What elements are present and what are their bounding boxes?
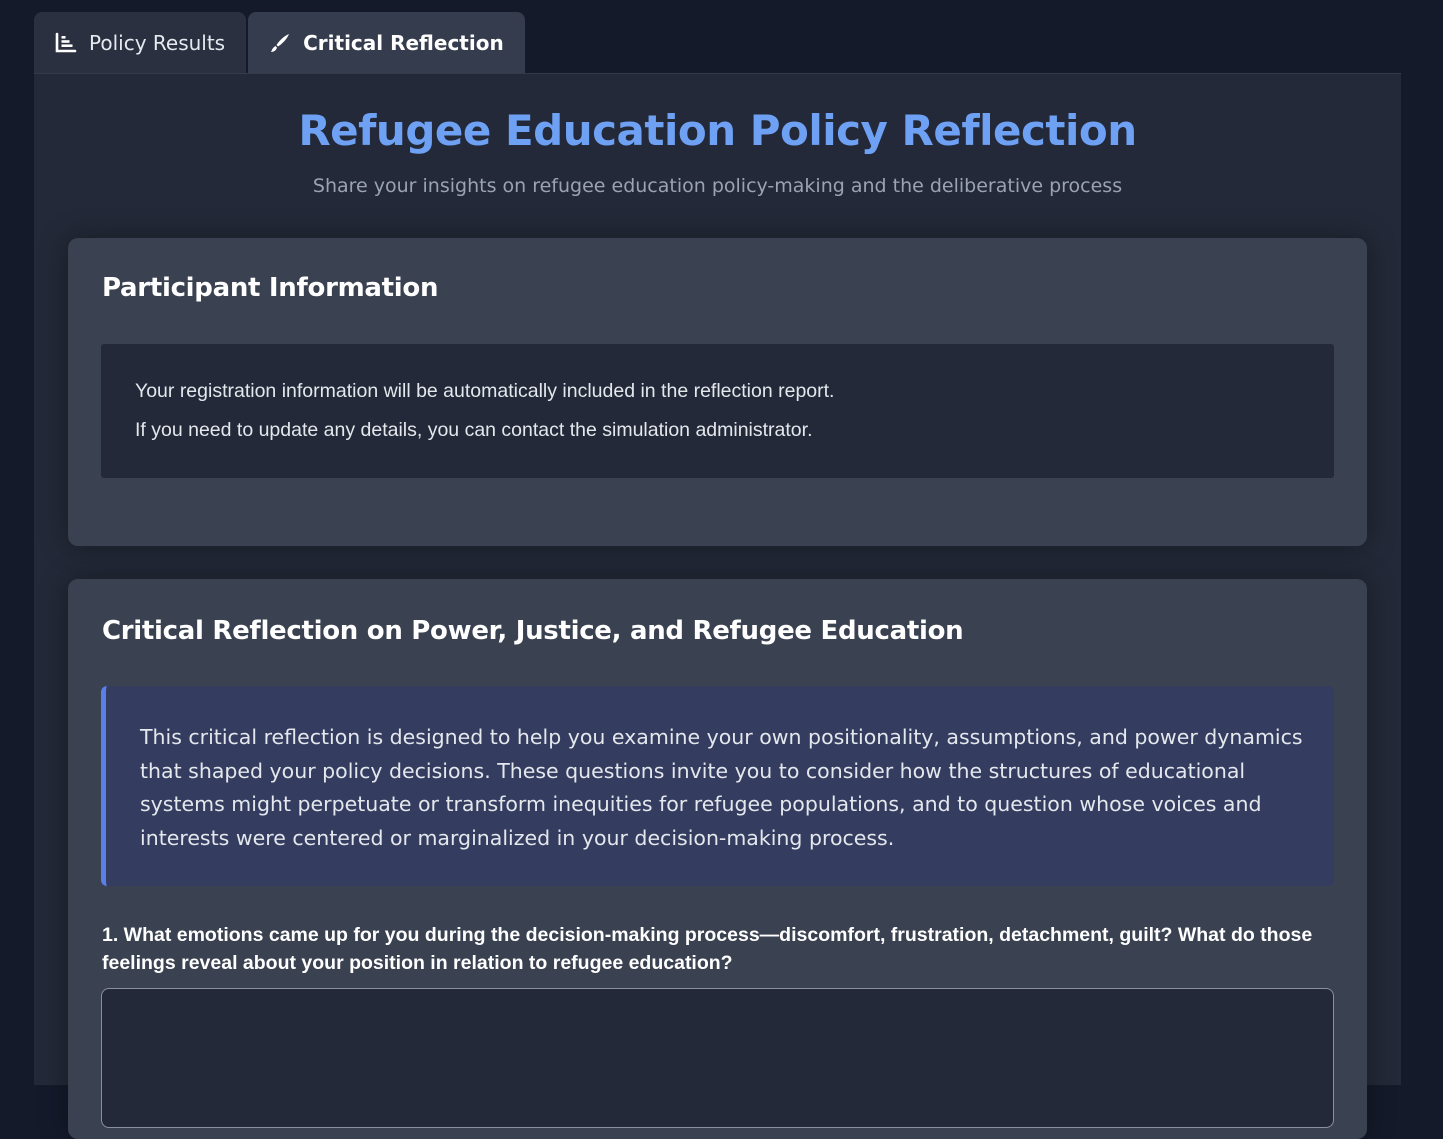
tab-label: Critical Reflection [303, 30, 504, 55]
answer-textarea-1[interactable] [101, 988, 1334, 1128]
info-line: Your registration information will be au… [135, 380, 835, 402]
participant-info-heading: Participant Information [102, 273, 439, 303]
participant-info-card: Participant Information Your registratio… [68, 238, 1367, 546]
tab-critical-reflection[interactable]: Critical Reflection [248, 12, 525, 73]
page-title: Refugee Education Policy Reflection [298, 106, 1137, 155]
info-line: If you need to update any details, you c… [135, 419, 813, 441]
critical-reflection-heading: Critical Reflection on Power, Justice, a… [102, 616, 964, 646]
critical-reflection-card: Critical Reflection on Power, Justice, a… [68, 579, 1367, 1139]
tab-label: Policy Results [89, 30, 226, 55]
tab-panel: Refugee Education Policy Reflection Shar… [34, 73, 1401, 1139]
tab-policy-results[interactable]: Policy Results [34, 12, 247, 73]
reflection-intro-callout: This critical reflection is designed to … [101, 686, 1334, 886]
participant-info-box: Your registration information will be au… [101, 344, 1334, 478]
bar-chart-icon [54, 31, 78, 55]
page-subtitle: Share your insights on refugee education… [312, 175, 1123, 197]
tab-bar: Policy Results Critical Reflection [34, 12, 525, 73]
question-label-1: 1. What emotions came up for you during … [102, 924, 1313, 974]
pen-icon [268, 31, 292, 55]
